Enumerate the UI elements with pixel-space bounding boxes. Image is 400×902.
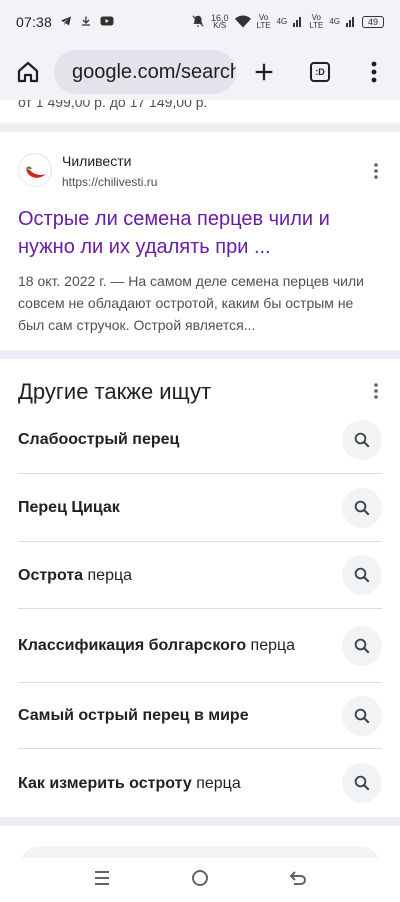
network-speed: 16,0 K/S (210, 13, 229, 30)
back-button[interactable] (289, 870, 307, 891)
search-results: от 1 499,00 р. до 17 149,00 р. Чиливести… (0, 100, 400, 858)
search-icon-button[interactable] (342, 487, 382, 528)
section-menu-button[interactable] (366, 381, 386, 401)
tab-switcher-button[interactable]: :D (296, 48, 344, 96)
search-icon-button[interactable] (342, 419, 382, 460)
search-icon-button[interactable] (342, 695, 382, 736)
url-text: google.com/search (72, 60, 236, 83)
more-vert-icon (374, 383, 378, 399)
search-icon-button[interactable] (342, 555, 382, 595)
next-section-pill[interactable] (20, 846, 380, 858)
home-icon (17, 61, 39, 83)
search-icon-button[interactable] (342, 625, 382, 666)
sim1-gen: 4G (276, 17, 288, 26)
search-icon (354, 775, 370, 791)
result-site-url[interactable]: https://chilivesti.ru (62, 175, 157, 189)
related-search-item[interactable]: Острота перца (18, 542, 382, 609)
search-icon (354, 500, 370, 515)
wifi-icon (234, 15, 251, 30)
system-navigation-bar (0, 858, 400, 902)
related-search-item[interactable]: Перец Цицак (18, 474, 382, 542)
telegram-icon (60, 15, 72, 30)
browser-toolbar: google.com/search :D (0, 44, 400, 100)
home-nav-button[interactable] (191, 869, 209, 892)
more-vert-icon (371, 61, 377, 83)
related-search-item[interactable]: Как измерить остроту перца (18, 749, 382, 817)
address-bar[interactable]: google.com/search (54, 50, 236, 94)
youtube-icon (100, 15, 114, 30)
battery-indicator: 49 (362, 16, 384, 28)
related-search-item[interactable]: Слабоострый перец (18, 406, 382, 474)
recents-button[interactable] (93, 870, 111, 891)
result-site-name[interactable]: Чиливести (62, 153, 131, 169)
home-button[interactable] (4, 48, 52, 96)
divider (0, 350, 400, 359)
search-icon-button[interactable] (342, 763, 382, 803)
signal2-icon (346, 15, 356, 29)
sim2-gen: 4G (329, 17, 340, 26)
search-icon (354, 432, 370, 447)
back-icon (289, 870, 306, 885)
chili-favicon-icon (18, 153, 52, 187)
new-tab-button[interactable] (240, 48, 288, 96)
more-vert-icon (374, 163, 378, 179)
tab-count: :D (310, 62, 330, 82)
circle-home-icon (192, 869, 208, 886)
section-title: Другие также ищут (18, 379, 212, 404)
search-icon (354, 567, 370, 583)
mute-icon (191, 14, 205, 30)
previous-result-price: от 1 499,00 р. до 17 149,00 р. (18, 100, 208, 110)
search-icon (354, 708, 370, 723)
sim2-label: Vo LTE (309, 13, 324, 30)
result-snippet: 18 окт. 2022 г. — На самом деле семена п… (18, 273, 364, 333)
result-title-link[interactable]: Острые ли семена перцев чили и нужно ли … (18, 205, 382, 261)
search-icon (354, 638, 370, 653)
browser-menu-button[interactable] (350, 48, 398, 96)
plus-icon (255, 63, 273, 81)
menu-icon (95, 870, 109, 885)
result-menu-button[interactable] (366, 161, 386, 181)
related-search-item[interactable]: Самый острый перец в мире (18, 683, 382, 749)
signal1-icon (293, 15, 303, 29)
status-bar: 07:38 16,0 K/S Vo LTE 4G Vo LTE 4G 49 (0, 0, 400, 44)
sim1-label: Vo LTE (256, 13, 271, 30)
download-icon (80, 15, 92, 30)
divider (0, 123, 400, 132)
status-time: 07:38 (16, 14, 53, 30)
related-search-item[interactable]: Классификация болгарского перца (18, 609, 382, 683)
divider (0, 817, 400, 826)
